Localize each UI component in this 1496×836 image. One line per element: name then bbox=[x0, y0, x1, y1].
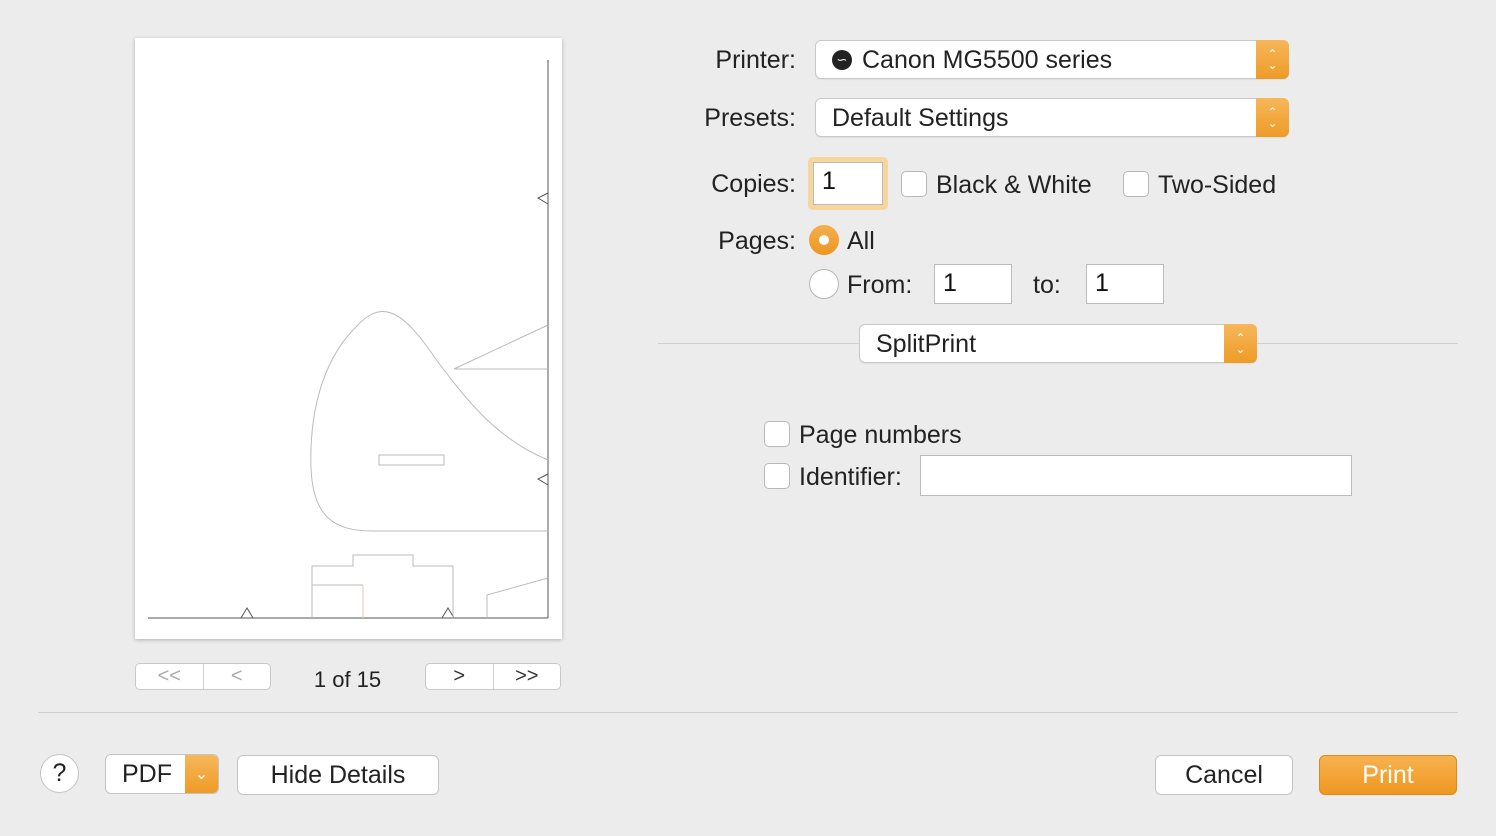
black-white-label: Black & White bbox=[936, 171, 1092, 199]
pdf-menu-button[interactable]: PDF ⌄ bbox=[105, 754, 219, 794]
next-page-button[interactable]: > bbox=[426, 664, 493, 689]
cancel-button[interactable]: Cancel bbox=[1155, 755, 1293, 795]
footer-separator bbox=[38, 712, 1458, 713]
copies-label: Copies: bbox=[711, 170, 796, 198]
pages-all-radio[interactable] bbox=[809, 225, 839, 255]
print-preview-page bbox=[135, 38, 562, 639]
presets-popup[interactable]: Default Settings ⌃ ⌄ bbox=[815, 98, 1289, 137]
pager-back-group: << < bbox=[135, 663, 271, 690]
printer-status-icon: ∽ bbox=[832, 50, 852, 70]
page-numbers-checkbox[interactable] bbox=[764, 421, 790, 447]
page-indicator: 1 of 15 bbox=[313, 667, 382, 692]
pdf-label: PDF bbox=[122, 760, 172, 788]
pages-from-field[interactable]: 1 bbox=[934, 264, 1012, 304]
page-numbers-label: Page numbers bbox=[799, 421, 962, 449]
printer-value: Canon MG5500 series bbox=[862, 46, 1113, 74]
identifier-label: Identifier: bbox=[799, 463, 902, 491]
two-sided-checkbox[interactable] bbox=[1123, 171, 1149, 197]
pages-label: Pages: bbox=[718, 227, 796, 255]
pages-from-label: From: bbox=[847, 271, 913, 299]
printer-label: Printer: bbox=[715, 46, 796, 74]
pages-to-label: to: bbox=[1033, 271, 1061, 299]
pages-all-label: All bbox=[847, 227, 875, 255]
section-popup[interactable]: SplitPrint ⌃ ⌄ bbox=[859, 324, 1257, 363]
pager-forward-group: > >> bbox=[425, 663, 561, 690]
presets-label: Presets: bbox=[704, 104, 796, 132]
print-button[interactable]: Print bbox=[1319, 755, 1457, 795]
chevron-down-icon: ⌄ bbox=[185, 755, 218, 793]
up-down-arrows-icon: ⌃ ⌄ bbox=[1224, 324, 1257, 363]
up-down-arrows-icon: ⌃ ⌄ bbox=[1256, 98, 1289, 137]
printer-popup[interactable]: ∽ Canon MG5500 series ⌃ ⌄ bbox=[815, 40, 1289, 79]
first-page-button[interactable]: << bbox=[136, 664, 203, 689]
section-popup-value: SplitPrint bbox=[876, 330, 977, 358]
pages-to-field[interactable]: 1 bbox=[1086, 264, 1164, 304]
previous-page-button[interactable]: < bbox=[202, 664, 271, 689]
identifier-field[interactable] bbox=[920, 455, 1352, 496]
hide-details-button[interactable]: Hide Details bbox=[237, 755, 439, 795]
preview-drawing bbox=[148, 60, 549, 619]
two-sided-label: Two-Sided bbox=[1158, 171, 1277, 199]
black-white-checkbox[interactable] bbox=[901, 171, 927, 197]
identifier-checkbox[interactable] bbox=[764, 463, 790, 489]
presets-value: Default Settings bbox=[832, 104, 1009, 132]
copies-field[interactable]: 1 bbox=[813, 162, 883, 205]
pages-from-radio[interactable] bbox=[809, 269, 839, 299]
help-button[interactable]: ? bbox=[40, 754, 79, 793]
up-down-arrows-icon: ⌃ ⌄ bbox=[1256, 40, 1289, 79]
last-page-button[interactable]: >> bbox=[492, 664, 561, 689]
